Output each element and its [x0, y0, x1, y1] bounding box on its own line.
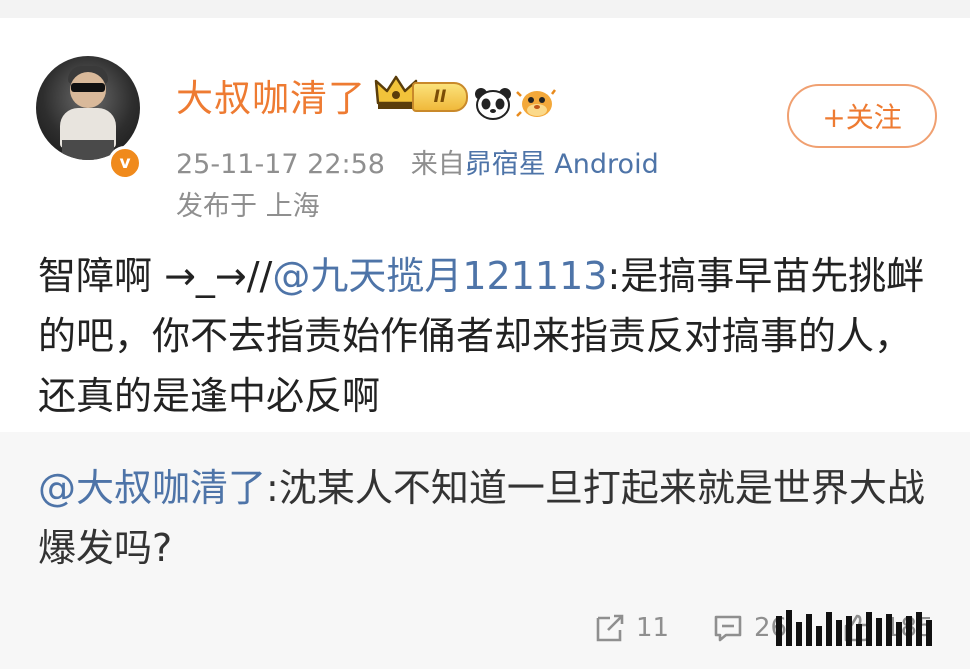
repost-count: 11: [636, 613, 670, 643]
level-badge: II: [412, 82, 468, 112]
source-prefix: 来自: [410, 149, 465, 180]
repost-icon: [596, 614, 624, 642]
post-body: 智障啊 →_→//@九天揽月121113:是搞事早苗先挑衅的吧，你不去指责始作俑…: [38, 246, 938, 426]
avatar[interactable]: [36, 56, 140, 160]
panda-icon: [475, 88, 511, 120]
retweet-body: @大叔咖清了:沈某人不知道一旦打起来就是世界大战爆发吗?: [38, 458, 938, 578]
post-source-link[interactable]: 昴宿星 Android: [465, 149, 659, 180]
retweet-block[interactable]: @大叔咖清了:沈某人不知道一旦打起来就是世界大战爆发吗? 11 26 185: [0, 432, 970, 669]
avatar-sunglasses: [71, 83, 105, 92]
weibo-post: v 大叔咖清了 II 25-11-17 22:58 来自昴宿星 Android …: [0, 18, 970, 432]
watermark-bars: [776, 610, 936, 646]
username[interactable]: 大叔咖清了: [176, 68, 366, 122]
retweet-mention-link[interactable]: @大叔咖清了: [38, 466, 266, 510]
mention-link[interactable]: @九天揽月121113: [272, 254, 607, 298]
repost-button[interactable]: 11: [594, 608, 669, 648]
post-timestamp: 25-11-17 22:58: [176, 149, 385, 180]
post-meta: 25-11-17 22:58 来自昴宿星 Android: [176, 142, 659, 181]
pufferfish-icon: [516, 89, 556, 117]
follow-button[interactable]: +关注: [787, 84, 937, 148]
avatar-pants: [62, 140, 114, 160]
comment-icon: [714, 615, 742, 642]
watermark: [776, 598, 966, 658]
post-text-prefix: 智障啊 →_→//: [38, 254, 273, 298]
top-strip: [0, 0, 970, 18]
verified-badge-icon: v: [108, 146, 142, 180]
post-location: 发布于 上海: [176, 191, 320, 222]
